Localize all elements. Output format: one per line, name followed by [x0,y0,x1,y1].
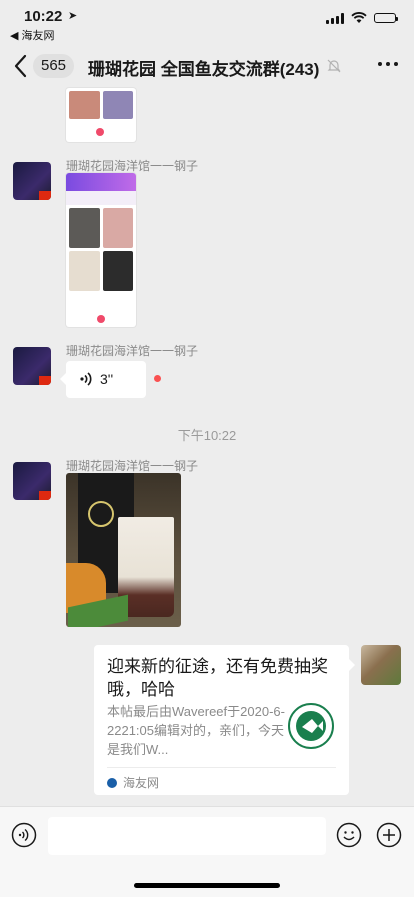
voice-input-toggle-icon[interactable] [11,822,37,848]
cellular-signal-icon [326,12,344,24]
back-chevron-icon[interactable] [10,52,32,80]
sender-name: 珊瑚花园海洋馆一一钢子 [66,159,199,173]
location-arrow-icon: ➤ [68,10,78,22]
plus-icon[interactable] [376,822,402,848]
link-card-description: 本帖最后由Wavereef于2020-6-2221:05编辑对的，亲们，今天是我… [107,704,285,757]
drink-photo-message[interactable] [66,473,181,627]
sender-avatar[interactable] [13,347,51,385]
voice-unread-dot [154,375,161,382]
voice-duration: 3'' [100,371,114,387]
screenshot-image-message-partial[interactable] [66,88,136,142]
emoji-icon[interactable] [336,822,362,848]
wifi-icon [351,12,367,23]
link-card-thumbnail [288,703,334,749]
muted-bell-icon [327,59,341,73]
voice-wave-icon [80,372,92,386]
battery-icon [374,13,398,23]
shared-link-card[interactable]: 迎来新的征途，还有免费抽奖哦，哈哈 本帖最后由Wavereef于2020-6-2… [94,645,355,795]
screenshot-image-message[interactable] [66,173,136,327]
status-bar: 10:22 ➤ ◀ 海友网 [0,0,414,44]
back-to-app-link[interactable]: ◀ 海友网 [10,27,55,43]
chat-header: 565 珊瑚花园 全国鱼友交流群(243) [0,44,414,88]
card-divider [107,767,336,768]
sender-name: 珊瑚花园海洋馆一一钢子 [66,459,199,473]
home-indicator [134,883,280,888]
sender-name: 珊瑚花园海洋馆一一钢子 [66,344,199,358]
message-timestamp: 下午10:22 [177,428,237,443]
status-time: 10:22 [24,8,63,25]
source-app-icon [107,777,117,788]
link-card-source: 海友网 [107,774,159,791]
link-card-title: 迎来新的征途，还有免费抽奖哦，哈哈 [107,657,328,699]
link-card-source-name: 海友网 [123,776,160,790]
fish-logo-icon [296,711,326,741]
voice-message-bubble[interactable]: 3'' [60,361,146,398]
chat-title: 珊瑚花园 全国鱼友交流群(243) [88,60,320,79]
unread-count-badge[interactable]: 565 [33,54,75,78]
sender-avatar[interactable] [13,462,51,500]
sender-avatar[interactable] [13,162,51,200]
my-avatar[interactable] [361,645,401,685]
more-options-button[interactable] [378,62,398,66]
status-icons [326,12,398,24]
input-bar [0,806,414,897]
message-input[interactable] [48,817,326,855]
